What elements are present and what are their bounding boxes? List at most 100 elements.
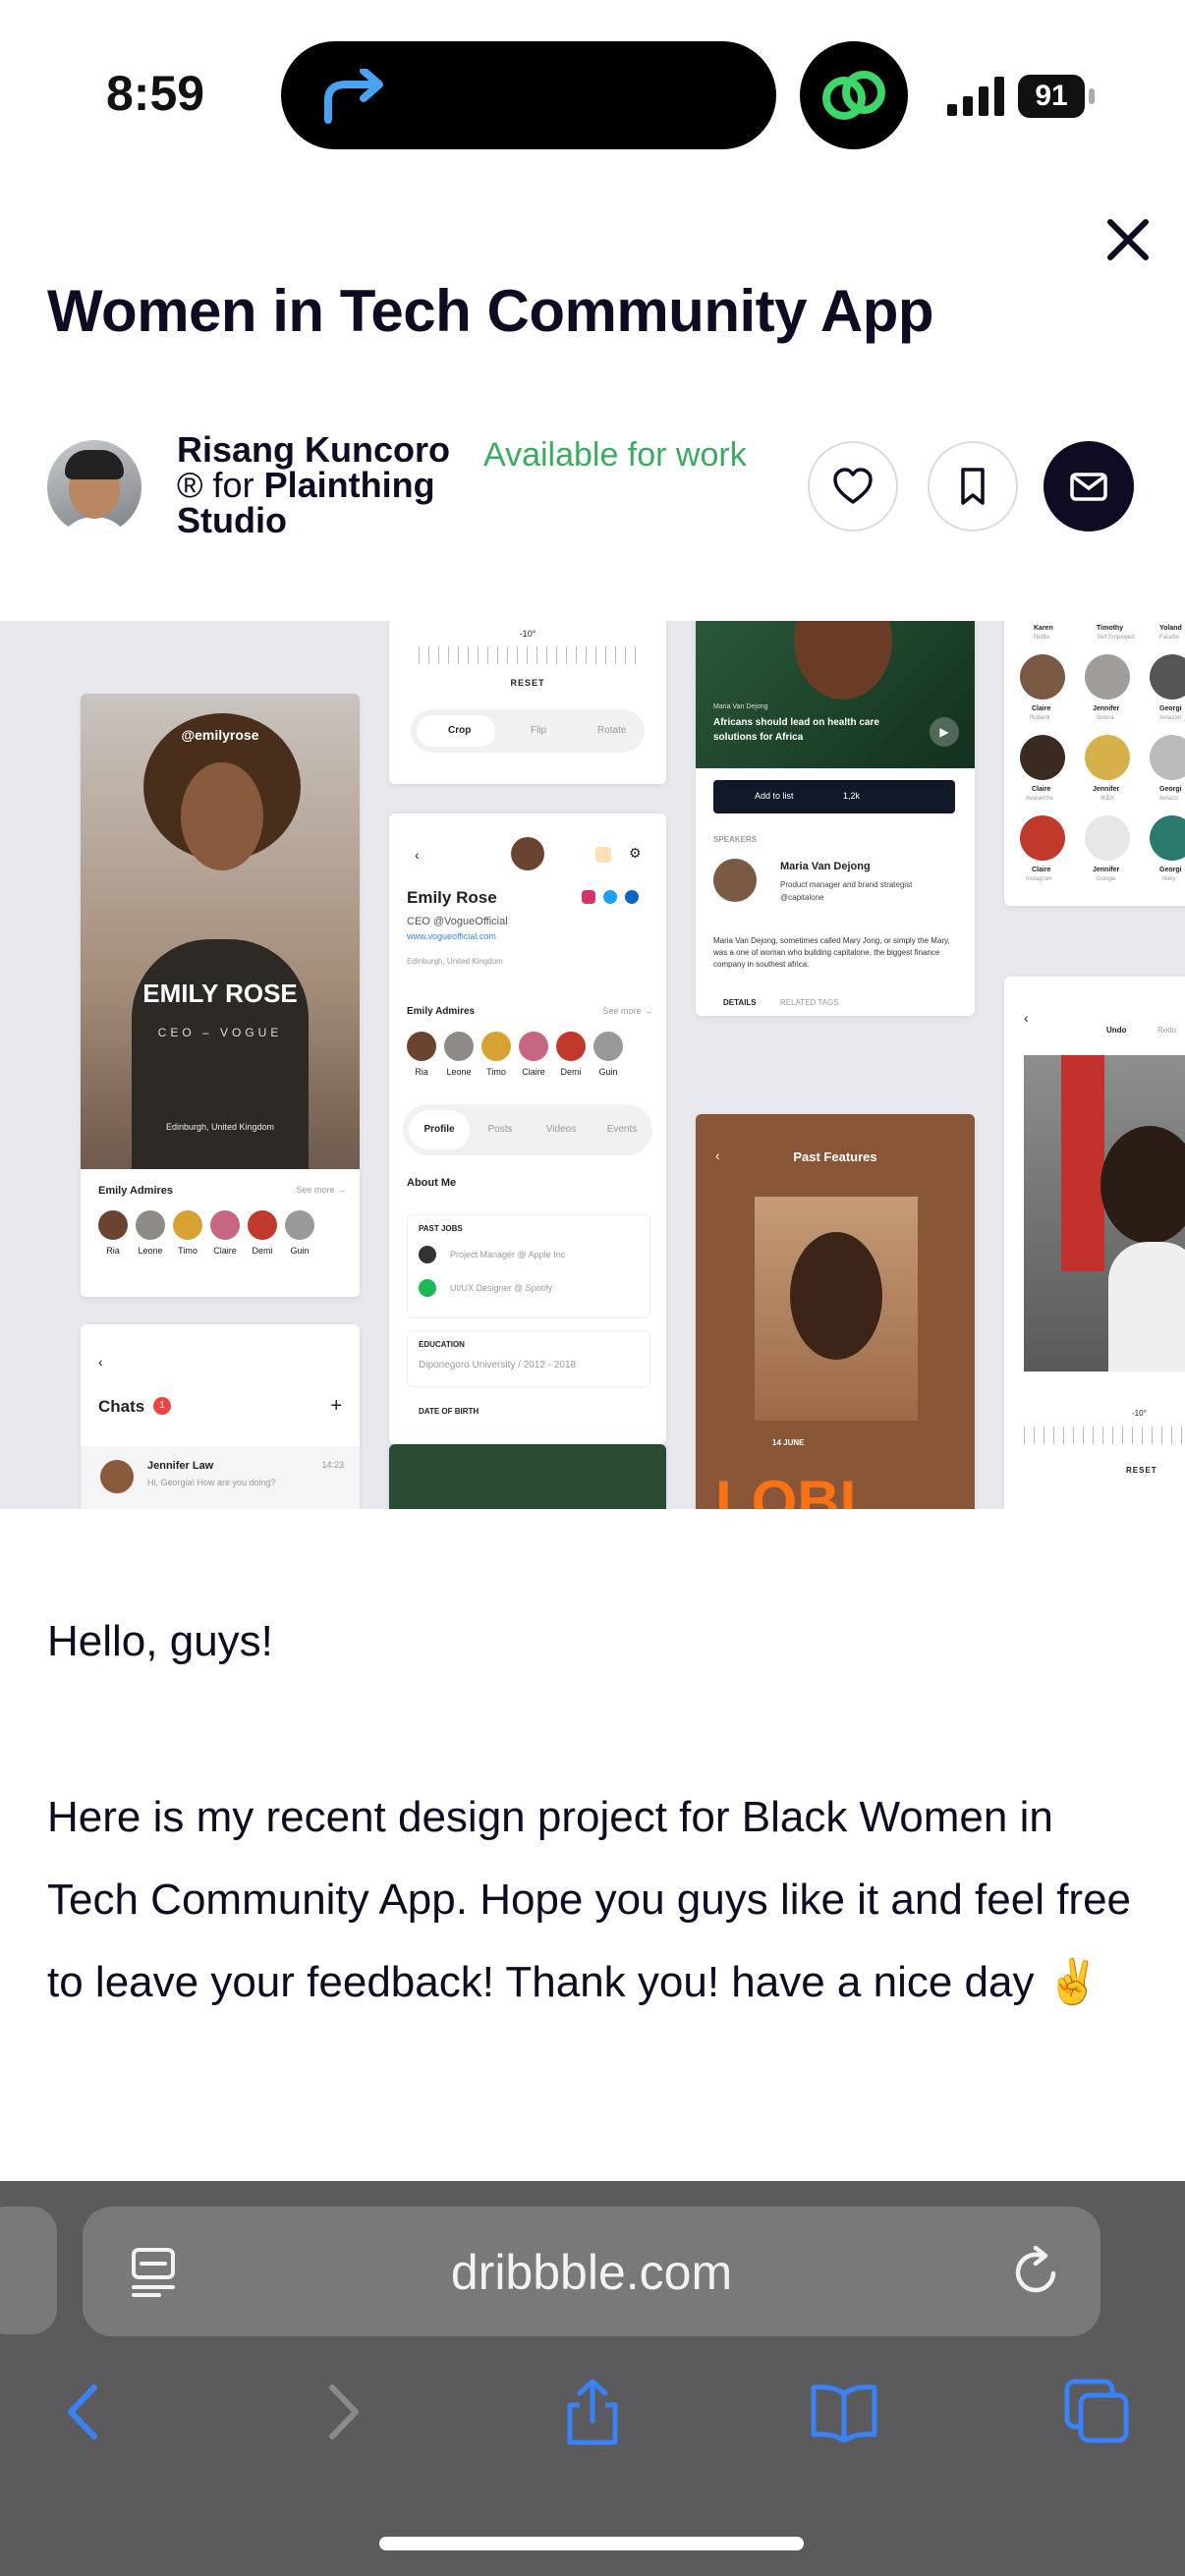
like-button[interactable] bbox=[808, 441, 898, 532]
people-company: Self Employed bbox=[1097, 635, 1135, 641]
mockup-big-text: LOBI bbox=[715, 1469, 857, 1509]
mockup-location: Edinburgh, United Kingdom bbox=[165, 1122, 275, 1132]
reload-icon[interactable] bbox=[1008, 2244, 1065, 2301]
mockup-redo: Redo bbox=[1157, 1026, 1177, 1035]
people-company: Instagram bbox=[1026, 876, 1052, 882]
mockup-see-more: See more → bbox=[296, 1185, 346, 1195]
mail-icon bbox=[1070, 473, 1107, 501]
mockup-tab: Videos bbox=[545, 1124, 577, 1135]
friend-name: Leone bbox=[138, 1246, 163, 1256]
mockup-hero-name: EMILY ROSE bbox=[142, 979, 298, 1008]
bookmarks-icon[interactable] bbox=[810, 2378, 878, 2446]
people-company: Sotera bbox=[1097, 715, 1114, 721]
people-company: Amazon bbox=[1159, 715, 1182, 721]
mockup-dob: DATE OF BIRTH bbox=[419, 1407, 480, 1416]
description-greeting: Hello, guys! bbox=[47, 1617, 273, 1665]
people-name: Timothy bbox=[1097, 625, 1124, 632]
people-name: Karen bbox=[1034, 625, 1053, 632]
previous-tab-preview[interactable] bbox=[0, 2207, 57, 2334]
team-name[interactable]: Plainthing bbox=[264, 465, 435, 505]
for-label: for bbox=[212, 465, 254, 505]
message-button[interactable] bbox=[1044, 441, 1134, 532]
share-icon[interactable] bbox=[558, 2378, 627, 2446]
pro-badge: ® bbox=[177, 465, 203, 505]
author-info: Risang Kuncoro ® for Plainthing Studio bbox=[177, 432, 462, 538]
mockup-tab-details: DETAILS bbox=[723, 998, 757, 1007]
mockup-headline: Africans should lead on health care solu… bbox=[713, 717, 879, 743]
friend-name: Timo bbox=[486, 1067, 506, 1077]
mockup-reset: RESET bbox=[510, 678, 545, 688]
battery-icon: 91 bbox=[1018, 75, 1097, 118]
back-icon[interactable] bbox=[51, 2378, 120, 2446]
signal-icon bbox=[947, 77, 1004, 116]
team-name-line2[interactable]: Studio bbox=[177, 500, 287, 540]
mockup-profile-details: ‹ ⚙ Emily Rose CEO @VogueOfficial www.vo… bbox=[389, 813, 666, 1444]
mockup-handle: @emilyrose bbox=[181, 727, 259, 743]
friend-name: Claire bbox=[522, 1067, 545, 1077]
friend-name: Leone bbox=[446, 1067, 472, 1077]
forward-icon[interactable] bbox=[307, 2378, 375, 2446]
people-company: Facebo bbox=[1159, 635, 1180, 641]
mockup-chat-message: Hi, Georgia! How are you doing? bbox=[147, 1478, 276, 1487]
people-name: Jennifer bbox=[1093, 705, 1120, 712]
people-name: Georgi bbox=[1159, 705, 1182, 712]
author-name[interactable]: Risang Kuncoro bbox=[177, 429, 450, 470]
mockup-angle: -10° bbox=[519, 629, 536, 639]
mockup-rotate: Rotate bbox=[597, 725, 627, 736]
friend-name: Guin bbox=[598, 1067, 618, 1077]
people-name: Claire bbox=[1032, 867, 1051, 873]
bookmark-icon bbox=[961, 468, 985, 505]
mockup-admires-label: Emily Admires bbox=[98, 1185, 174, 1197]
mockup-profile-name: Emily Rose bbox=[407, 888, 497, 907]
tabs-icon[interactable] bbox=[1063, 2378, 1132, 2446]
author-avatar[interactable] bbox=[47, 440, 141, 534]
people-company: Amazo bbox=[1159, 796, 1178, 802]
mockup-past-jobs: PAST JOBS bbox=[419, 1224, 463, 1233]
status-time: 8:59 bbox=[106, 66, 205, 121]
mockup-education: EDUCATION bbox=[419, 1340, 465, 1349]
mockup-past-features: ‹ Past Features 14 JUNE LOBI bbox=[696, 1114, 975, 1509]
mockup-see-more: See more → bbox=[602, 1006, 652, 1016]
mockup-school: Diponegoro University / 2012 - 2018 bbox=[419, 1360, 577, 1371]
save-button[interactable] bbox=[928, 441, 1018, 532]
mockup-about: About Me bbox=[407, 1177, 457, 1189]
people-name: Claire bbox=[1032, 705, 1051, 712]
friend-name: Ria bbox=[415, 1067, 428, 1077]
description-body: Here is my recent design project for Bla… bbox=[47, 1793, 1132, 2006]
shot-image[interactable]: @emilyrose EMILY ROSE CEO – VOGUE Edinbu… bbox=[0, 621, 1185, 1509]
mockup-features-title: Past Features bbox=[793, 1149, 877, 1164]
mockup-speaker-name: Maria Van Dejong bbox=[780, 861, 871, 872]
mockup-add-to-list: Add to list bbox=[755, 791, 794, 801]
friend-name: Demi bbox=[560, 1067, 582, 1077]
mockup-tab-related: RELATED TAGS bbox=[780, 998, 839, 1007]
mockup-chats-badge: 1 bbox=[153, 1397, 171, 1415]
battery-level: 91 bbox=[1018, 75, 1085, 118]
mockup-admires-label: Emily Admires bbox=[407, 1006, 476, 1017]
mockup-angle: -10° bbox=[1132, 1409, 1147, 1418]
people-name: Georgi bbox=[1159, 786, 1182, 793]
people-name: Jennifer bbox=[1093, 786, 1120, 793]
mockup-likes: 1,2k bbox=[843, 791, 861, 801]
mockup-job: Project Manager @ Apple Inc bbox=[450, 1250, 566, 1260]
mockup-chat-contact: Jennifer Law bbox=[147, 1460, 214, 1472]
mockup-tab: Profile bbox=[423, 1124, 455, 1135]
mockup-tab: Posts bbox=[487, 1124, 513, 1135]
mockup-photo-crop: ‹ Undo Redo -10° RESET bbox=[1004, 977, 1185, 1509]
availability-status[interactable]: Available for work bbox=[483, 436, 747, 475]
mockup-chats-title: Chats bbox=[98, 1397, 145, 1416]
mockup-chat-time: 14:23 bbox=[321, 1460, 344, 1470]
mockup-speakers: SPEAKERS bbox=[713, 835, 758, 844]
friend-name: Ria bbox=[106, 1246, 120, 1256]
mockup-tab: Events bbox=[606, 1124, 638, 1135]
close-icon[interactable] bbox=[1099, 210, 1157, 269]
home-indicator bbox=[379, 2537, 804, 2550]
mockup-article: Maria Van Dejong Africans should lead on… bbox=[696, 621, 975, 1016]
people-company: Avalanche bbox=[1026, 796, 1053, 802]
mockup-job: UI/UX Designer @ Spotify bbox=[450, 1283, 553, 1293]
url-text[interactable]: dribbble.com bbox=[83, 2244, 1100, 2301]
redirect-arrow-icon bbox=[324, 69, 383, 124]
people-company: IKEA bbox=[1100, 796, 1114, 802]
mockup-speaker-role: Product manager and brand strategist @ca… bbox=[780, 880, 913, 902]
shot-title: Women in Tech Community App bbox=[47, 278, 934, 344]
mockup-features-date: 14 JUNE bbox=[772, 1438, 805, 1447]
